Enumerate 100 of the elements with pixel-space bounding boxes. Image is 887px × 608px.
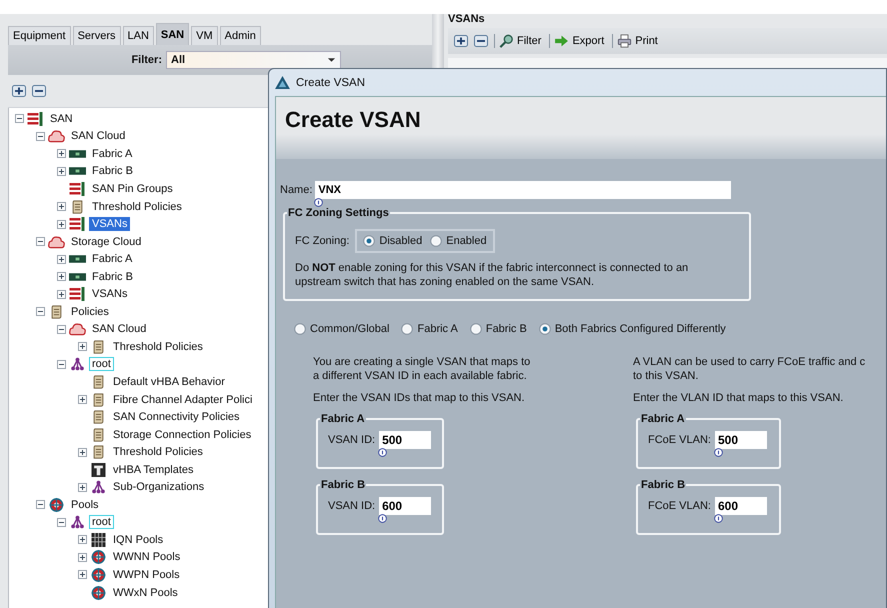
tree-item[interactable]: Fabric A [89, 252, 136, 266]
id-field[interactable]: 500 [379, 431, 432, 449]
tree-item[interactable]: Policies [68, 304, 112, 319]
id-label: VSAN ID: [328, 433, 376, 448]
expand-icon[interactable] [57, 254, 66, 264]
collapse-icon[interactable] [15, 114, 24, 124]
collapse-icon[interactable] [57, 324, 66, 334]
tree-item[interactable]: Fibre Channel Adapter Polici [110, 392, 256, 407]
collapse-icon[interactable] [36, 237, 45, 246]
tree-item[interactable]: SAN Connectivity Policies [110, 410, 243, 424]
radio-button[interactable] [470, 323, 482, 335]
expand-icon[interactable] [57, 272, 66, 282]
expand-icon[interactable] [78, 448, 87, 457]
radio-label: Disabled [379, 235, 422, 247]
radio-label: Enabled [446, 235, 487, 247]
target-icon [90, 586, 107, 600]
collapse-icon[interactable] [36, 307, 45, 316]
remove-icon[interactable] [474, 35, 488, 47]
magnifier-icon [499, 34, 514, 48]
tree-item[interactable]: Sub-Organizations [110, 480, 208, 494]
expand-icon[interactable] [78, 552, 87, 562]
expand-icon[interactable] [78, 342, 87, 352]
rack-icon [27, 112, 44, 126]
expand-icon[interactable] [57, 290, 66, 299]
tree-item[interactable]: SAN Pin Groups [89, 182, 176, 196]
collapse-icon[interactable] [57, 360, 66, 369]
tree-item[interactable]: Threshold Policies [89, 200, 185, 214]
tree-item[interactable]: Threshold Policies [110, 340, 206, 354]
tree-item[interactable]: vHBA Templates [110, 462, 197, 477]
radio-label: Both Fabrics Configured Differently [554, 323, 726, 335]
expand-icon[interactable] [57, 149, 66, 158]
printer-icon [617, 34, 632, 48]
window-title: Create VSAN [296, 76, 366, 88]
radio-button[interactable] [430, 235, 442, 247]
hierarchy-icon [90, 480, 107, 494]
tree-item[interactable]: WWNN Pools [110, 550, 184, 564]
expand-icon[interactable] [78, 535, 87, 544]
tab[interactable]: LAN [122, 26, 154, 45]
expand-icon[interactable] [78, 482, 87, 492]
export-button[interactable]: Export [549, 34, 606, 48]
tree-item[interactable]: Threshold Policies [110, 445, 206, 460]
collapse-icon[interactable] [36, 132, 45, 141]
tree-item[interactable]: WWxN Pools [110, 586, 181, 600]
filter-dropdown[interactable]: All [166, 51, 341, 69]
tab[interactable]: VM [191, 26, 218, 45]
id-field[interactable]: 500 [714, 431, 767, 449]
expand-icon[interactable] [78, 395, 87, 404]
tab[interactable]: Servers [72, 26, 120, 45]
name-field[interactable]: VNX [315, 181, 732, 199]
group-legend: Fabric A [640, 413, 686, 425]
add-icon[interactable] [454, 35, 468, 47]
tree-item[interactable]: root [89, 357, 114, 372]
expand-all-icon[interactable] [12, 85, 26, 97]
collapse-icon[interactable] [36, 500, 45, 510]
tree-item[interactable]: Storage Connection Policies [110, 428, 254, 442]
tree-item[interactable]: Fabric B [89, 270, 136, 284]
radio-label: Common/Global [310, 323, 390, 335]
arrow-icon [554, 34, 570, 48]
description-text: You are creating a single VSAN that maps to a different VSAN ID in each available fabric. [313, 355, 532, 383]
tree-item[interactable]: Fabric B [89, 164, 136, 178]
radio-label: Fabric B [486, 323, 527, 335]
filter-label: Filter: [130, 54, 162, 66]
name-label: Name: [280, 183, 312, 198]
tree-item[interactable]: SAN Cloud [68, 129, 128, 144]
radio-button[interactable] [363, 235, 376, 247]
id-label: FCoE VLAN: [648, 433, 711, 448]
tree-item[interactable]: SAN Cloud [89, 322, 150, 336]
tab[interactable]: Admin [220, 26, 261, 45]
tree-item[interactable]: root [89, 515, 114, 530]
dropdown-arrow-icon[interactable] [327, 57, 336, 63]
filter-button[interactable]: Filter [494, 34, 544, 48]
tree-item[interactable]: Pools [68, 498, 102, 512]
triangle-logo-icon [275, 76, 290, 89]
tree-item[interactable]: SAN [47, 112, 76, 126]
rack-icon [69, 287, 86, 302]
radio-button[interactable] [294, 323, 306, 335]
id-field[interactable]: 600 [714, 497, 767, 515]
info-icon [714, 514, 723, 523]
expand-icon[interactable] [57, 220, 66, 229]
id-field[interactable]: 600 [379, 497, 432, 515]
hierarchy-icon [69, 515, 86, 530]
expand-icon[interactable] [57, 202, 66, 211]
tab[interactable]: Equipment [8, 26, 71, 45]
tree-item[interactable]: Default vHBA Behavior [110, 374, 228, 389]
expand-icon[interactable] [57, 166, 66, 176]
tab[interactable]: SAN [156, 23, 190, 45]
radio-button[interactable] [401, 323, 414, 335]
tree-item[interactable]: Fabric A [89, 146, 136, 161]
tree-item[interactable]: WWPN Pools [110, 568, 183, 582]
tree-item[interactable]: Storage Cloud [68, 234, 144, 249]
expand-icon[interactable] [78, 570, 87, 580]
collapse-icon[interactable] [57, 518, 66, 527]
collapse-all-icon[interactable] [32, 85, 46, 97]
cloud-icon [69, 322, 86, 336]
print-button[interactable]: Print [612, 34, 660, 48]
tree-item[interactable]: VSANs [89, 287, 130, 302]
group-legend: Fabric B [640, 479, 686, 491]
radio-button[interactable] [538, 323, 551, 335]
tree-item[interactable]: IQN Pools [110, 532, 166, 547]
tree-item[interactable]: VSANs [89, 217, 130, 232]
